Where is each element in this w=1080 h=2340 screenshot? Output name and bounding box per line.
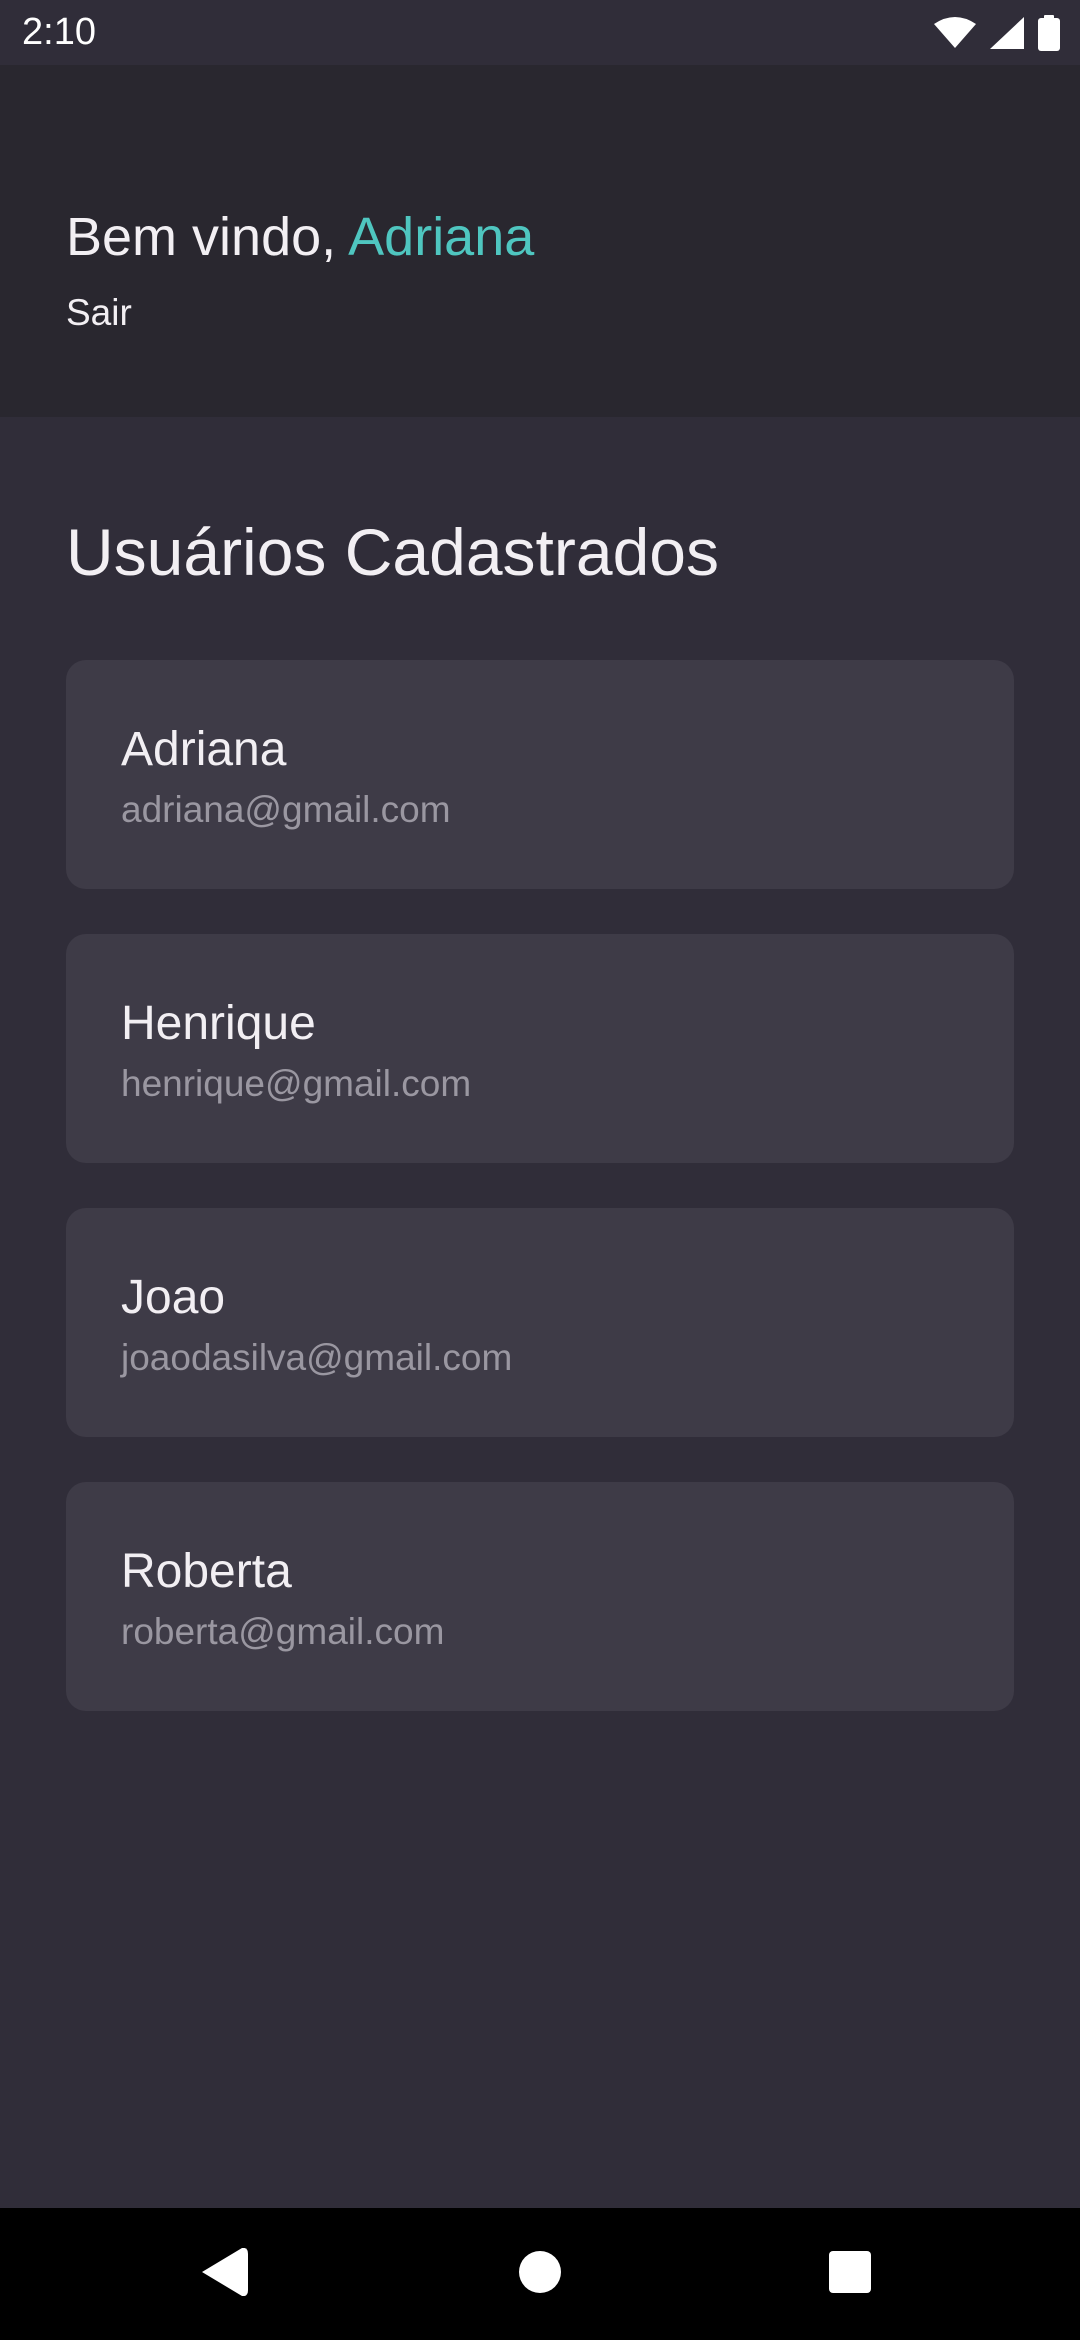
- home-icon: [518, 2250, 562, 2299]
- user-email: roberta@gmail.com: [121, 1611, 445, 1652]
- recents-icon: [829, 2250, 871, 2298]
- page-title: Usuários Cadastrados: [66, 515, 719, 589]
- navigation-bar: [0, 2208, 1080, 2340]
- status-bar: 2:10: [0, 0, 1080, 65]
- greeting: Bem vindo, Adriana: [66, 205, 534, 269]
- user-name: Adriana: [121, 723, 287, 776]
- user-email: henrique@gmail.com: [121, 1063, 472, 1104]
- home-button[interactable]: [460, 2208, 620, 2340]
- list-item[interactable]: Henrique henrique@gmail.com: [66, 934, 1014, 1163]
- wifi-icon: [934, 17, 976, 49]
- user-email: joaodasilva@gmail.com: [121, 1337, 513, 1378]
- recents-button[interactable]: [770, 2208, 930, 2340]
- list-item[interactable]: Roberta roberta@gmail.com: [66, 1482, 1014, 1711]
- signal-icon: [990, 17, 1024, 49]
- battery-icon: [1038, 15, 1060, 51]
- user-name: Joao: [121, 1271, 226, 1324]
- user-name: Roberta: [121, 1545, 292, 1598]
- current-user-name: Adriana: [348, 207, 535, 267]
- header: Bem vindo, Adriana Sair: [0, 65, 1080, 417]
- status-icons: [934, 14, 1060, 52]
- list-item[interactable]: Joao joaodasilva@gmail.com: [66, 1208, 1014, 1437]
- user-email: adriana@gmail.com: [121, 789, 451, 830]
- list-item[interactable]: Adriana adriana@gmail.com: [66, 660, 1014, 889]
- back-icon: [202, 2247, 248, 2301]
- logout-link[interactable]: Sair: [66, 291, 132, 335]
- back-button[interactable]: [145, 2208, 305, 2340]
- user-name: Henrique: [121, 997, 316, 1050]
- status-time: 2:10: [22, 11, 96, 53]
- greeting-prefix: Bem vindo,: [66, 207, 349, 267]
- user-list: Adriana adriana@gmail.com Henrique henri…: [66, 660, 1014, 1756]
